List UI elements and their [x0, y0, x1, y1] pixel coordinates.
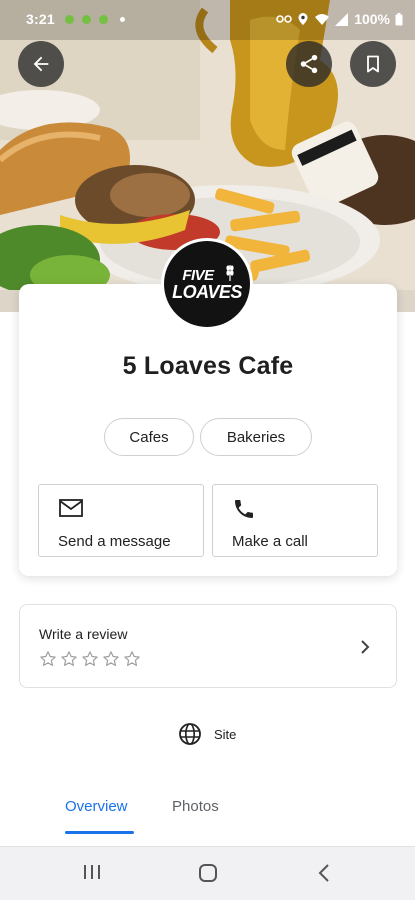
- logo-text-line1: FIVE: [182, 266, 214, 284]
- status-bar: 3:21 100%: [0, 0, 415, 38]
- back-button[interactable]: [18, 41, 64, 87]
- star-icon[interactable]: [123, 650, 141, 668]
- home-icon[interactable]: [198, 863, 218, 883]
- location-icon: [298, 13, 308, 25]
- signal-icon: [335, 12, 349, 26]
- share-icon: [300, 54, 318, 74]
- category-chip-bakeries[interactable]: Bakeries: [200, 418, 312, 456]
- write-review-label: Write a review: [39, 626, 128, 642]
- star-rating[interactable]: [39, 650, 141, 668]
- notification-dot-icon: [98, 14, 108, 24]
- business-logo: FIVE LOAVES: [161, 238, 253, 330]
- star-icon[interactable]: [39, 650, 57, 668]
- site-label: Site: [214, 726, 237, 742]
- share-button[interactable]: [286, 41, 332, 87]
- star-icon[interactable]: [102, 650, 120, 668]
- system-nav-bar: [0, 846, 415, 900]
- wheat-icon: [226, 265, 234, 281]
- status-time: 3:21: [26, 11, 55, 27]
- battery-percent: 100%: [354, 11, 390, 27]
- phone-icon: [235, 500, 253, 518]
- more-notifications-icon: [119, 16, 125, 22]
- back-nav-icon[interactable]: [317, 863, 331, 883]
- wifi-icon: [315, 13, 330, 25]
- star-icon[interactable]: [60, 650, 78, 668]
- write-review-row[interactable]: Write a review: [19, 604, 397, 688]
- make-call-label: Make a call: [232, 533, 308, 550]
- logo-text-line2: LOAVES: [172, 281, 242, 302]
- chevron-right-icon: [361, 640, 370, 654]
- tab-overview[interactable]: Overview: [65, 798, 128, 815]
- star-icon[interactable]: [81, 650, 99, 668]
- make-call-button[interactable]: Make a call: [212, 484, 378, 557]
- send-message-label: Send a message: [58, 533, 171, 550]
- link-icon: [276, 15, 292, 23]
- business-name: 5 Loaves Cafe: [122, 352, 294, 380]
- tab-photos[interactable]: Photos: [172, 798, 219, 815]
- notification-icons: [64, 14, 125, 24]
- system-icons: 100%: [276, 11, 403, 27]
- bookmark-icon: [367, 55, 379, 73]
- globe-icon: [179, 723, 201, 745]
- battery-icon: [395, 12, 403, 25]
- logo-badge: FIVE LOAVES: [164, 241, 250, 327]
- site-link[interactable]: Site: [178, 722, 236, 746]
- send-message-button[interactable]: Send a message: [38, 484, 204, 557]
- notification-dot-icon: [81, 14, 91, 24]
- save-button[interactable]: [350, 41, 396, 87]
- active-tab-indicator: [65, 831, 134, 834]
- arrow-left-icon: [33, 56, 49, 72]
- mail-icon: [59, 499, 83, 517]
- category-chip-cafes[interactable]: Cafes: [104, 418, 194, 456]
- notification-dot-icon: [64, 14, 74, 24]
- recent-apps-icon[interactable]: [82, 863, 102, 881]
